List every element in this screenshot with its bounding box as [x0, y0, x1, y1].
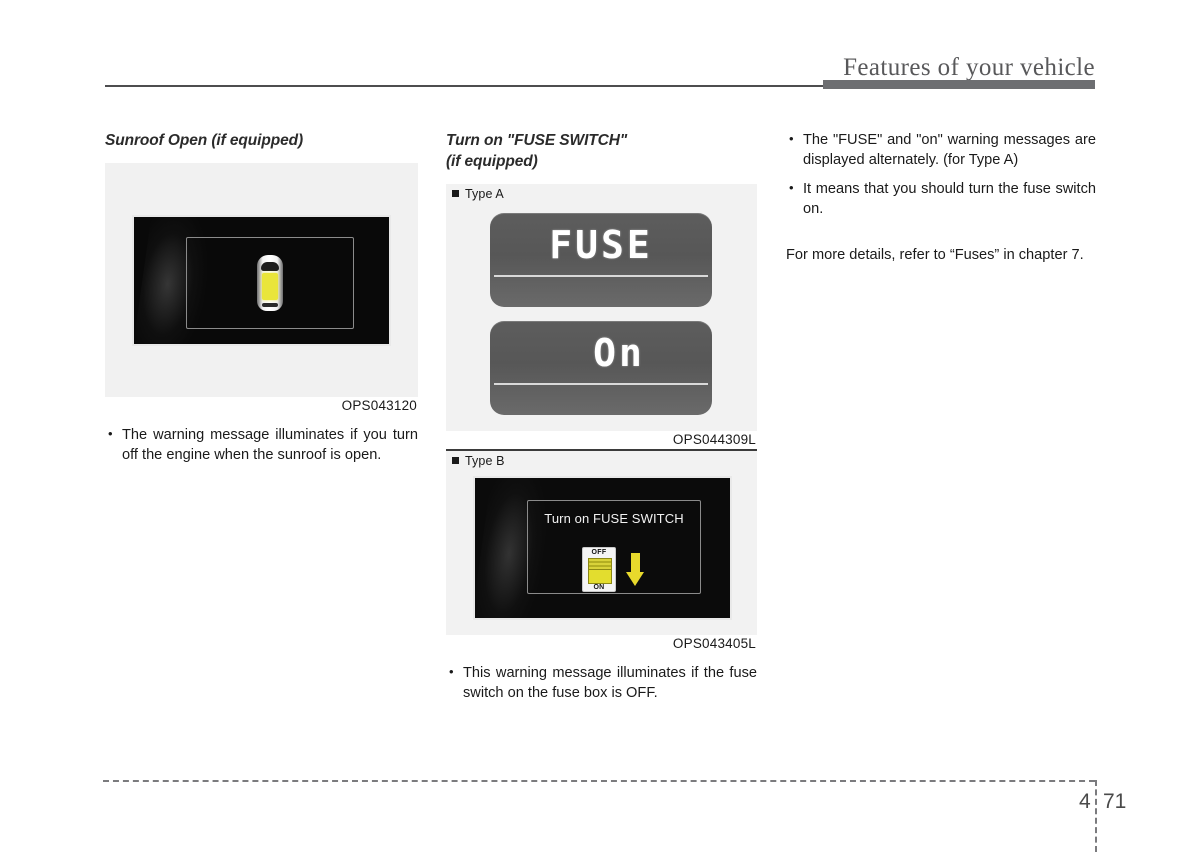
page-footer: 4 71 [0, 780, 1200, 852]
figure-caption-sunroof: OPS043120 [341, 398, 417, 413]
fuse-switch-off-label: OFF [591, 549, 607, 556]
figure-caption-type-a: OPS044309L [672, 432, 756, 447]
car-rear-window-shape [262, 303, 278, 307]
reference-note: For more details, refer to “Fuses” in ch… [786, 247, 1084, 263]
type-b-label-text: Type B [465, 454, 505, 468]
footer-divider [1095, 780, 1097, 852]
type-b-display-group: Turn on FUSE SWITCH OFF ON [446, 470, 757, 635]
lcd-panel-top: FUSE [490, 213, 712, 307]
fuse-switch-display-message: Turn on FUSE SWITCH [544, 511, 684, 526]
figure-type-b: Type B Turn on FUSE SWITCH OFF ON [446, 451, 757, 635]
fuse-switch-illustration: OFF ON [582, 547, 646, 592]
list-item: The warning message illuminates if you t… [105, 424, 418, 465]
lcd-bottom-divider [494, 383, 708, 385]
bullet-list-right: The "FUSE" and "on" warning messages are… [786, 129, 1096, 219]
arrow-down-icon [626, 553, 644, 587]
sunroof-display-frame [186, 237, 354, 329]
type-a-label-text: Type A [465, 187, 504, 201]
header-rule-thick [823, 80, 1095, 89]
bullet-square-icon [452, 457, 459, 464]
section-heading-fuse-switch-line1: Turn on "FUSE SWITCH" [446, 132, 628, 149]
bullet-square-icon [452, 190, 459, 197]
list-item: It means that you should turn the fuse s… [786, 178, 1096, 219]
figure-type-a: Type A FUSE On [446, 184, 757, 431]
type-a-label: Type A [446, 184, 757, 203]
footer-chapter-number: 4 [1079, 790, 1091, 813]
bullet-list-left: The warning message illuminates if you t… [105, 424, 418, 465]
figure-caption-type-b: OPS043405L [672, 636, 756, 651]
column-middle: Turn on "FUSE SWITCH" (if equipped) Type… [446, 130, 757, 703]
arrow-head-shape [626, 572, 644, 586]
section-heading-fuse-switch-line2: (if equipped) [446, 153, 538, 170]
column-left: Sunroof Open (if equipped) OPS043120 The… [105, 130, 418, 465]
type-b-label: Type B [446, 451, 757, 470]
car-windshield-shape [261, 262, 279, 271]
lcd-top-divider [494, 275, 708, 277]
lcd-top-text: FUSE [549, 223, 653, 267]
page-header: Features of your vehicle [0, 0, 1200, 100]
fuse-switch-on-label: ON [593, 584, 605, 591]
lcd-bottom-text: On [593, 331, 645, 375]
header-rule-thin [105, 85, 825, 87]
footer-page-number: 71 [1103, 790, 1127, 813]
list-item: This warning message illuminates if the … [446, 662, 757, 703]
type-a-lcd-group: FUSE On [446, 203, 757, 431]
bullet-list-middle: This warning message illuminates if the … [446, 662, 757, 703]
car-top-view-sunroof-open-icon [257, 255, 283, 311]
figure-sunroof-open [105, 163, 418, 397]
sunroof-open-highlight [262, 273, 278, 300]
fuse-switch-display-panel: Turn on FUSE SWITCH OFF ON [475, 478, 730, 618]
lcd-panel-bottom: On [490, 321, 712, 415]
page-title: Features of your vehicle [843, 54, 1095, 81]
arrow-shaft-shape [631, 553, 640, 573]
list-item: The "FUSE" and "on" warning messages are… [786, 129, 1096, 170]
fuse-switch-display-frame: Turn on FUSE SWITCH OFF ON [527, 500, 701, 594]
column-right: The "FUSE" and "on" warning messages are… [786, 129, 1096, 265]
sunroof-display-panel [134, 217, 389, 344]
fuse-switch-icon: OFF ON [582, 547, 616, 592]
footer-rule [103, 780, 1095, 782]
fuse-switch-lever-bottom [588, 569, 612, 584]
section-heading-sunroof-open: Sunroof Open (if equipped) [105, 132, 304, 149]
